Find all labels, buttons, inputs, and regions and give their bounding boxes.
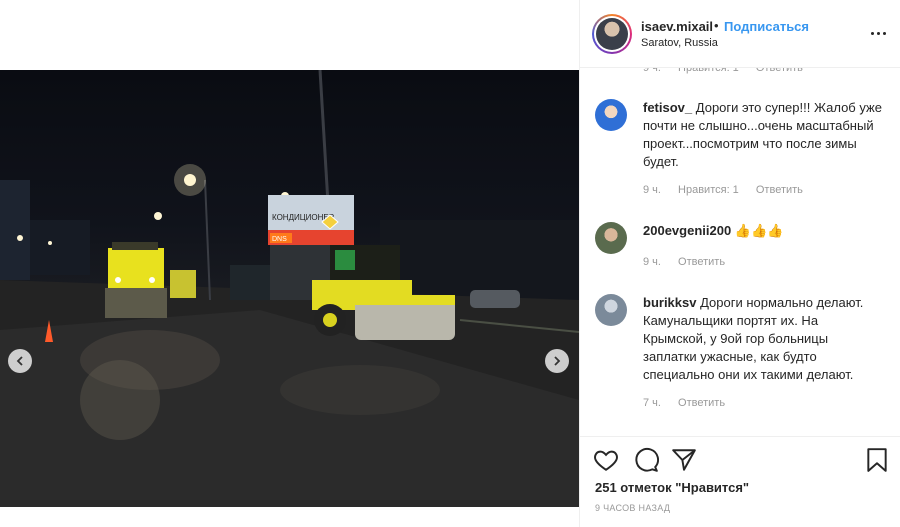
comment-body: 200evgenii200 👍👍👍 <box>643 222 883 240</box>
comment-time: 7 ч. <box>643 397 661 409</box>
comment-likes[interactable]: Нравится: 1 <box>678 184 739 196</box>
post-header: isaev.mixail • Подписаться Saratov, Russ… <box>580 0 900 68</box>
comment-username[interactable]: 200evgenii200 <box>643 223 731 238</box>
avatar[interactable] <box>595 294 627 326</box>
comment-username[interactable]: fetisov_ <box>643 100 692 115</box>
photo-area: КОНДИЦИОНЕР DNS <box>0 0 579 527</box>
comment-username[interactable]: burikksv <box>643 295 696 310</box>
post-location[interactable]: Saratov, Russia <box>641 37 718 49</box>
post-photo[interactable]: КОНДИЦИОНЕР DNS <box>0 70 579 507</box>
post-sidebar: 9 ч. Нравится: 1 Ответить fetisov_ Дорог… <box>579 0 900 527</box>
comment-text: 👍👍👍 <box>734 223 784 238</box>
comment-body: fetisov_ Дороги это супер!!! Жалоб уже п… <box>643 99 883 171</box>
likes-count[interactable]: 251 отметок "Нравится" <box>595 480 749 495</box>
reply-button[interactable]: Ответить <box>756 184 803 196</box>
comment-body: burikksv Дороги нормально делают. Камуна… <box>643 294 883 384</box>
comment-meta: 9 ч. Нравится: 1 Ответить <box>643 184 817 196</box>
comment-icon[interactable] <box>633 447 659 473</box>
post-username[interactable]: isaev.mixail <box>641 19 713 34</box>
more-options-icon[interactable] <box>869 23 889 43</box>
next-photo-button[interactable] <box>545 349 569 373</box>
share-icon[interactable] <box>671 447 697 473</box>
heart-icon[interactable] <box>593 447 619 473</box>
chevron-right-icon <box>554 356 561 366</box>
store-sign: DNS <box>272 236 287 243</box>
comment-time: 9 ч. <box>643 256 661 268</box>
comments-list: 9 ч. Нравится: 1 Ответить fetisov_ Дорог… <box>580 58 900 436</box>
avatar[interactable] <box>595 222 627 254</box>
comment-meta: 9 ч. Ответить <box>643 256 739 268</box>
prev-photo-button[interactable] <box>8 349 32 373</box>
reply-button[interactable]: Ответить <box>678 256 725 268</box>
comment-meta: 7 ч. Ответить <box>643 397 739 409</box>
chevron-left-icon <box>16 356 23 366</box>
follow-button[interactable]: Подписаться <box>724 19 809 34</box>
night-road-scene: КОНДИЦИОНЕР DNS <box>0 70 579 507</box>
avatar[interactable] <box>595 99 627 131</box>
comment-time: 9 ч. <box>643 184 661 196</box>
separator-dot: • <box>714 18 719 33</box>
post-actions: 251 отметок "Нравится" 9 ЧАСОВ НАЗАД <box>580 436 900 527</box>
bookmark-icon[interactable] <box>864 447 890 473</box>
avatar[interactable] <box>592 14 632 54</box>
post-timestamp: 9 ЧАСОВ НАЗАД <box>595 503 671 513</box>
reply-button[interactable]: Ответить <box>678 397 725 409</box>
